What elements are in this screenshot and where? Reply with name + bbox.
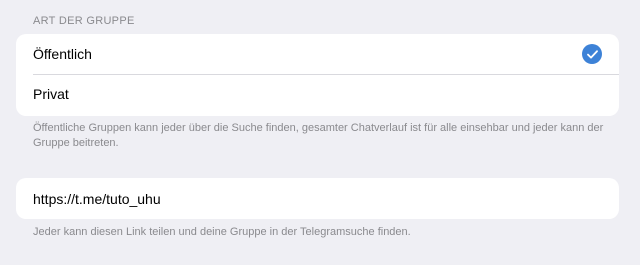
option-private[interactable]: Privat [16,74,619,114]
invite-link-footer: Jeder kann diesen Link teilen und deine … [33,226,411,238]
checkmark-circle-icon [582,44,602,64]
invite-link-card[interactable]: https://t.me/tuto_uhu [16,178,619,219]
group-type-card: Öffentlich Privat [16,34,619,116]
section-header-group-type: ART DER GRUPPE [33,15,135,27]
option-private-label: Privat [33,86,69,102]
group-type-footer: Öffentliche Gruppen kann jeder über die … [33,122,604,149]
option-public-label: Öffentlich [33,46,92,62]
invite-link[interactable]: https://t.me/tuto_uhu [16,178,619,219]
option-public[interactable]: Öffentlich [16,34,619,74]
